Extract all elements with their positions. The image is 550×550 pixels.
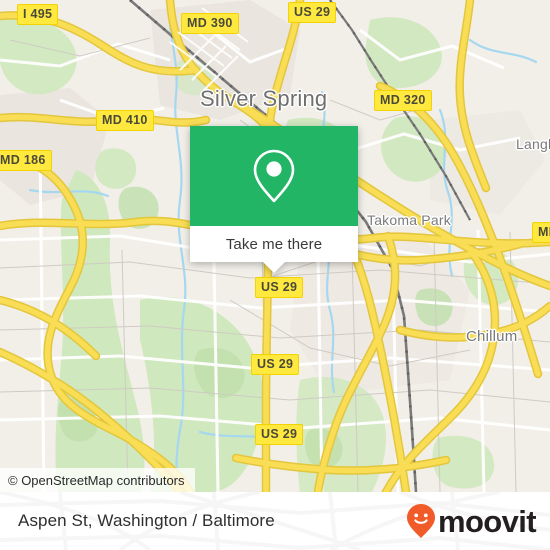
location-callout-card[interactable]: Take me there (190, 126, 358, 273)
map-place-label: Langley Park (516, 136, 550, 152)
moovit-wordmark: moovit (437, 503, 537, 539)
moovit-logo[interactable]: moovit (406, 503, 537, 539)
highway-shield: US 29 (288, 2, 337, 23)
map-place-label: Takoma Park (367, 212, 451, 228)
footer-content: Aspen St, Washington / Baltimore moovit (0, 492, 550, 550)
take-me-there-label: Take me there (225, 235, 323, 253)
map-place-label-text: Takoma Park (367, 212, 451, 228)
openstreetmap-attribution[interactable]: © OpenStreetMap contributors (0, 468, 195, 492)
highway-shield: MD 410 (96, 110, 154, 131)
location-pin-icon (253, 149, 295, 203)
highway-shield: US 29 (251, 354, 300, 375)
highway-shield: MD 186 (0, 150, 52, 171)
take-me-there-button[interactable]: Take me there (190, 226, 358, 262)
map-place-label: Silver Spring (200, 86, 328, 111)
callout-pointer-tail (263, 262, 285, 273)
moovit-smiling-pin-icon (406, 504, 435, 538)
highway-shield: MD 320 (374, 90, 432, 111)
highway-shield: US 29 (255, 277, 304, 298)
footer-bar: Aspen St, Washington / Baltimore moovit (0, 492, 550, 550)
highway-shield: I 495 (17, 4, 59, 25)
map-place-label-text: Langley Park (516, 136, 550, 152)
highway-shield: MD 390 (181, 13, 239, 34)
map-place-label: Chillum (466, 328, 518, 345)
attribution-text: © OpenStreetMap contributors (8, 472, 185, 488)
highway-shield: MD (532, 222, 550, 243)
moovit-map-screen: Silver Spring Takoma Park Langley Park C… (0, 0, 550, 550)
highway-shield: US 29 (255, 424, 304, 445)
page-title: Aspen St, Washington / Baltimore (18, 511, 275, 530)
callout-media-panel (190, 126, 358, 226)
